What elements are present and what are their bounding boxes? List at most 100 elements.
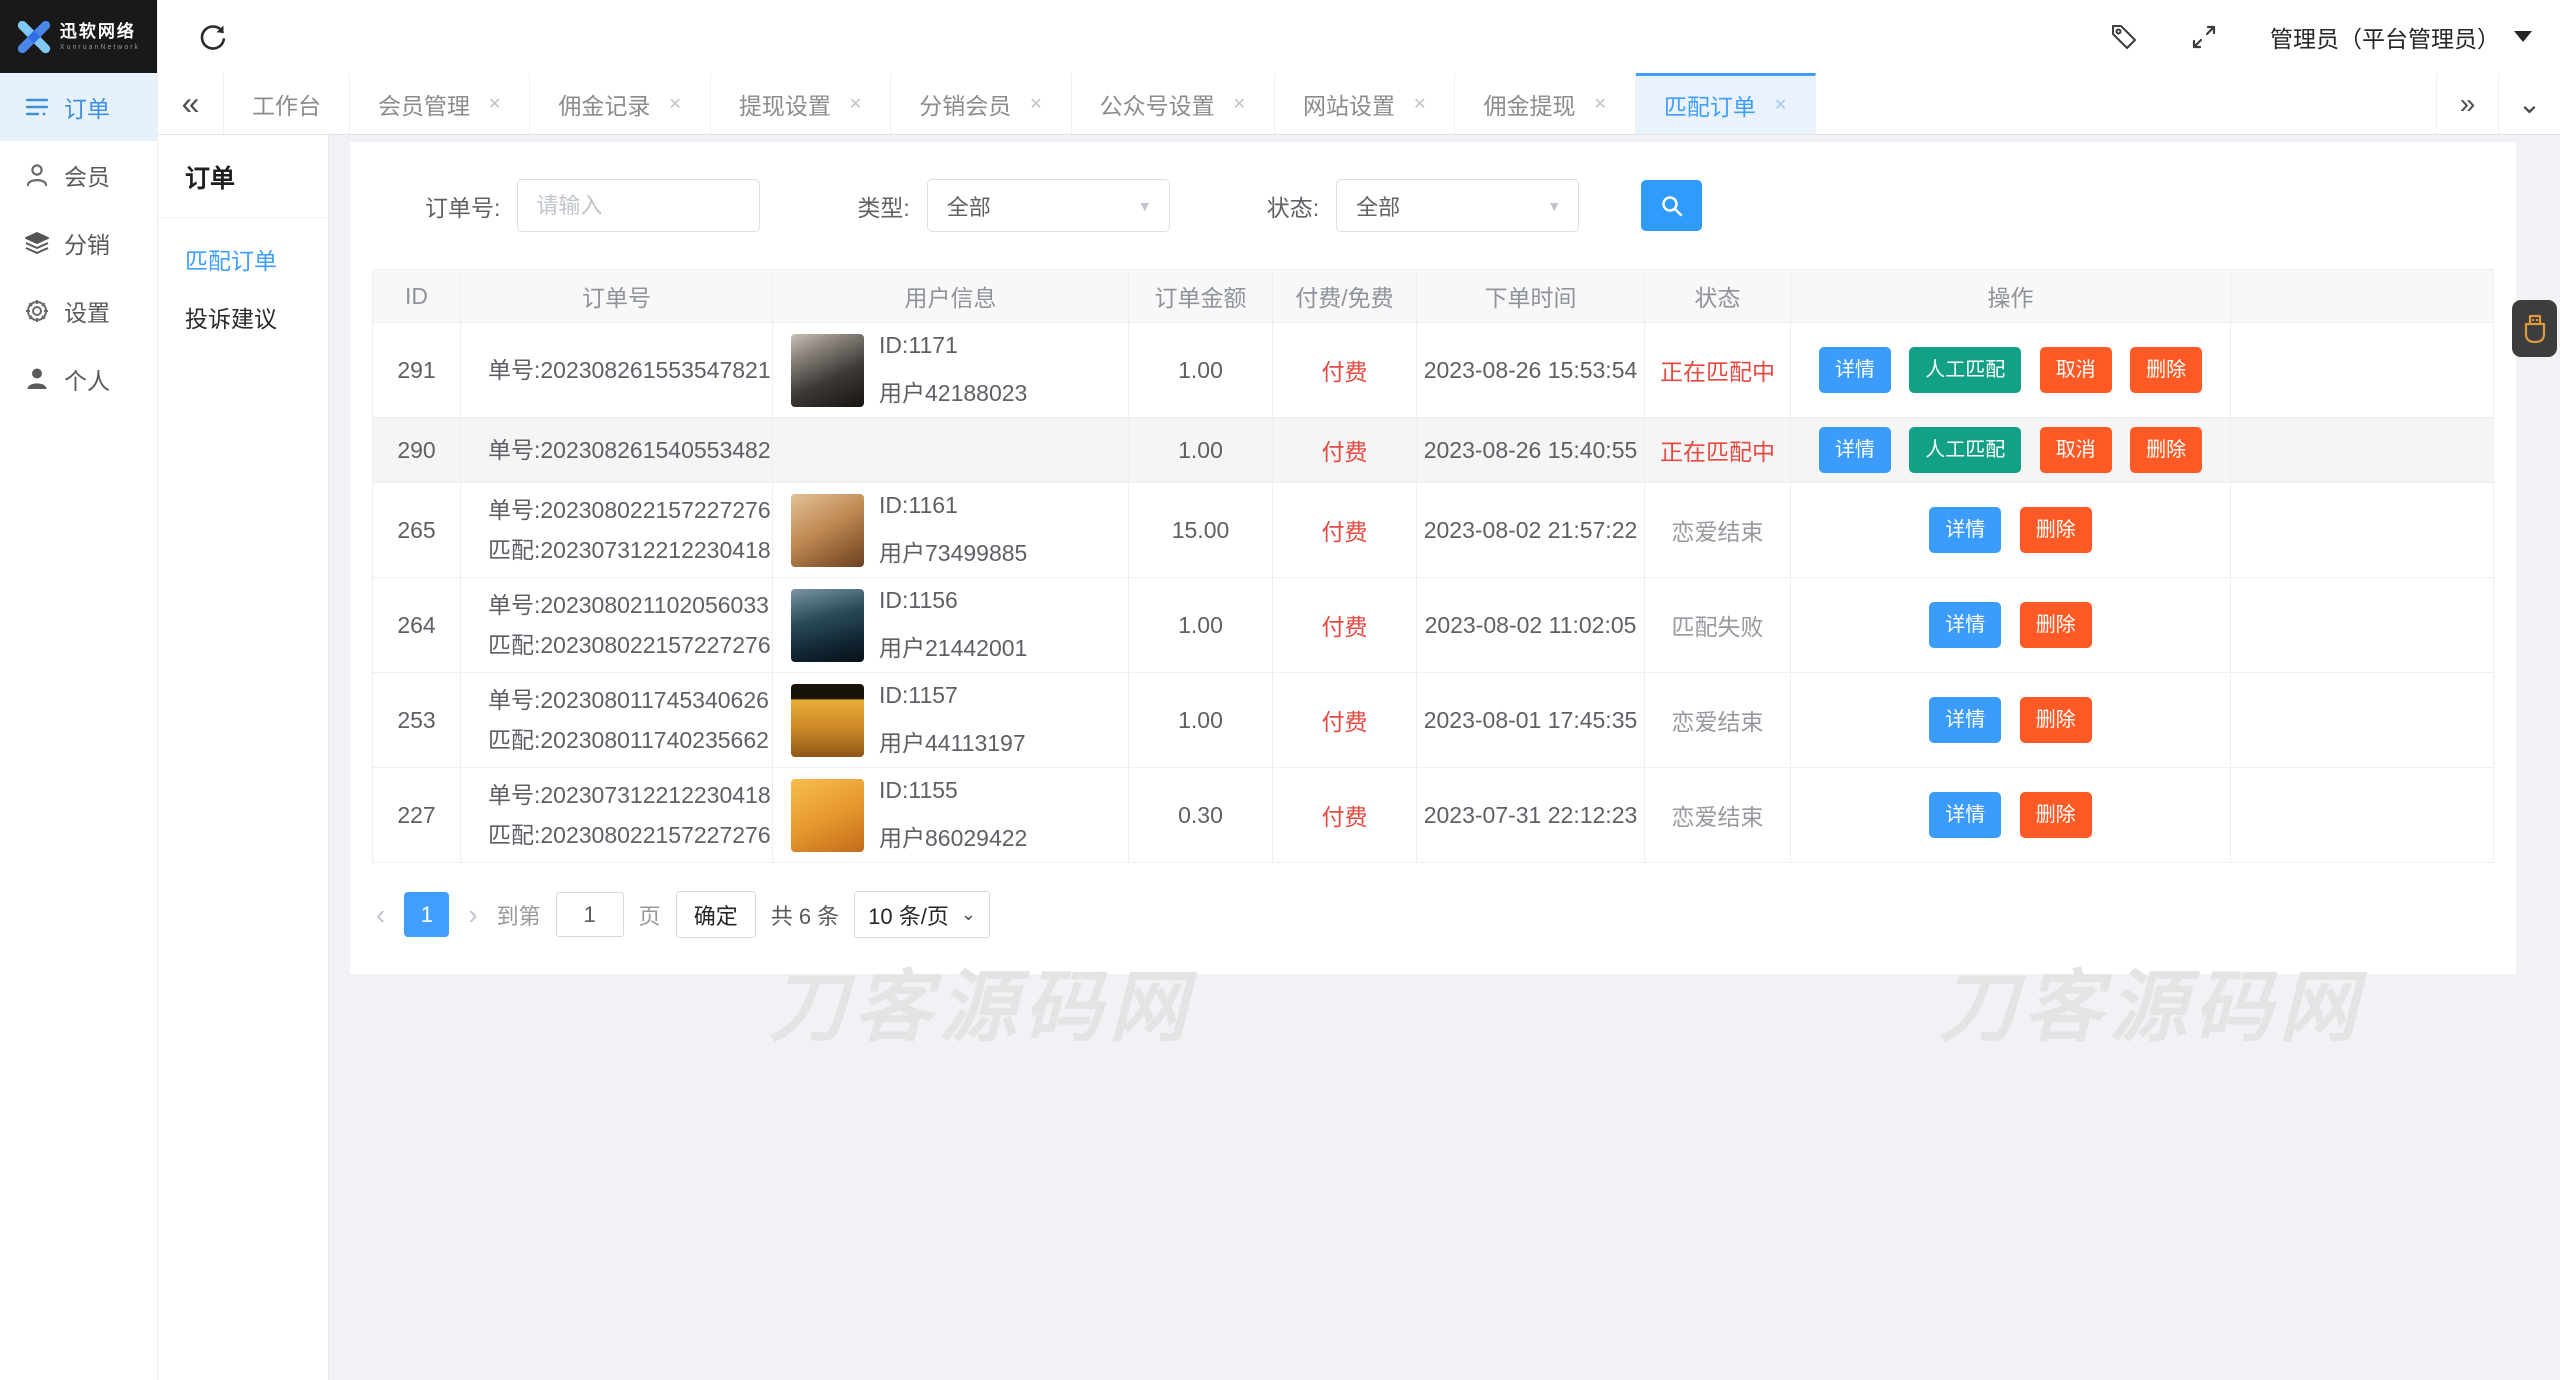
collapse-tabs-icon[interactable]: « bbox=[158, 73, 224, 134]
order-no-input[interactable] bbox=[517, 179, 760, 232]
status-badge: 恋爱结束 bbox=[1645, 483, 1791, 578]
table-row: 265 单号:202308022157227276匹配:202307312212… bbox=[373, 483, 2494, 578]
col-order-no: 订单号 bbox=[461, 270, 773, 323]
floating-tool-button[interactable] bbox=[2512, 300, 2557, 357]
sidebar-item-settings[interactable]: 设置 bbox=[0, 277, 157, 345]
order-list-icon bbox=[24, 94, 50, 120]
table-row: 264 单号:202308021102056033匹配:202308022157… bbox=[373, 578, 2494, 673]
close-icon[interactable]: ✕ bbox=[1774, 95, 1787, 115]
cell-paid-free: 付费 bbox=[1273, 483, 1417, 578]
detail-button[interactable]: 详情 bbox=[1819, 427, 1891, 473]
close-icon[interactable]: ✕ bbox=[849, 94, 862, 114]
cell-amount: 1.00 bbox=[1129, 323, 1273, 418]
type-label: 类型: bbox=[857, 189, 909, 223]
table-header-row: ID 订单号 用户信息 订单金额 付费/免费 下单时间 状态 操作 bbox=[373, 270, 2494, 323]
sidebar-item-distribution[interactable]: 分销 bbox=[0, 209, 157, 277]
tab-label: 公众号设置 bbox=[1100, 87, 1215, 121]
confirm-page-button[interactable]: 确定 bbox=[676, 891, 756, 938]
user-name: 用户44113197 bbox=[879, 724, 1026, 758]
submenu-item-matching-orders[interactable]: 匹配订单 bbox=[158, 230, 328, 288]
order-no-label: 订单号: bbox=[425, 189, 500, 223]
manual-match-button[interactable]: 人工匹配 bbox=[1909, 347, 2021, 393]
sidebar-item-members[interactable]: 会员 bbox=[0, 141, 157, 209]
brand-x-icon bbox=[17, 20, 51, 54]
detail-button[interactable]: 详情 bbox=[1929, 697, 2001, 743]
cancel-button[interactable]: 取消 bbox=[2040, 347, 2112, 393]
tab-label: 佣金提现 bbox=[1483, 87, 1575, 121]
cell-id: 290 bbox=[373, 418, 461, 483]
user-menu[interactable]: 管理员（平台管理员） bbox=[2270, 20, 2532, 54]
type-select[interactable]: 全部 ▼ bbox=[927, 179, 1170, 232]
next-page-icon[interactable]: › bbox=[464, 901, 481, 929]
cancel-button[interactable]: 取消 bbox=[2040, 427, 2112, 473]
delete-button[interactable]: 删除 bbox=[2020, 602, 2092, 648]
cell-order-no: 单号:202308021102056033匹配:2023080221572272… bbox=[461, 578, 773, 673]
refresh-icon[interactable] bbox=[198, 22, 228, 52]
sidebar-item-profile[interactable]: 个人 bbox=[0, 345, 157, 413]
tag-icon[interactable] bbox=[2110, 23, 2138, 51]
submenu-item-complaints[interactable]: 投诉建议 bbox=[158, 288, 328, 346]
page-unit-label: 页 bbox=[639, 899, 661, 931]
cell-amount: 1.00 bbox=[1129, 578, 1273, 673]
fullscreen-icon[interactable] bbox=[2190, 23, 2218, 51]
sidebar-item-orders[interactable]: 订单 bbox=[0, 73, 157, 141]
tab-member-management[interactable]: 会员管理 ✕ bbox=[350, 73, 530, 134]
cell-order-time: 2023-08-01 17:45:35 bbox=[1417, 673, 1645, 768]
delete-button[interactable]: 删除 bbox=[2130, 427, 2202, 473]
user-id: ID:1157 bbox=[879, 682, 1026, 709]
close-icon[interactable]: ✕ bbox=[1413, 94, 1426, 114]
cell-id: 227 bbox=[373, 768, 461, 863]
status-select-value: 全部 bbox=[1356, 190, 1400, 222]
col-paid-free: 付费/免费 bbox=[1273, 270, 1417, 323]
tab-distribution-members[interactable]: 分销会员 ✕ bbox=[891, 73, 1071, 134]
per-page-select[interactable]: 10 条/页 ⌄ bbox=[854, 891, 990, 938]
col-extra bbox=[2231, 270, 2494, 323]
layers-icon bbox=[24, 230, 50, 256]
cell-user-info: ID:1155 用户86029422 bbox=[773, 768, 1129, 863]
close-icon[interactable]: ✕ bbox=[668, 94, 681, 114]
tab-matching-orders[interactable]: 匹配订单 ✕ bbox=[1636, 73, 1816, 134]
close-icon[interactable]: ✕ bbox=[1233, 94, 1246, 114]
tab-actions-dropdown-icon[interactable]: ⌄ bbox=[2498, 73, 2560, 134]
tab-commission-withdraw[interactable]: 佣金提现 ✕ bbox=[1455, 73, 1635, 134]
scroll-tabs-right-icon[interactable]: » bbox=[2436, 73, 2498, 134]
current-page-button[interactable]: 1 bbox=[404, 892, 449, 937]
sidebar-item-label: 会员 bbox=[64, 158, 110, 192]
col-actions: 操作 bbox=[1791, 270, 2231, 323]
col-user-info: 用户信息 bbox=[773, 270, 1129, 323]
manual-match-button[interactable]: 人工匹配 bbox=[1909, 427, 2021, 473]
status-select[interactable]: 全部 ▼ bbox=[1336, 179, 1579, 232]
user-avatar bbox=[791, 334, 864, 407]
user-name: 管理员（平台管理员） bbox=[2270, 20, 2500, 54]
tab-workbench[interactable]: 工作台 bbox=[224, 73, 350, 134]
table-row: 290 单号:202308261540553482 1.00 付费 2023-0… bbox=[373, 418, 2494, 483]
delete-button[interactable]: 删除 bbox=[2130, 347, 2202, 393]
delete-button[interactable]: 删除 bbox=[2020, 507, 2092, 553]
cell-amount: 1.00 bbox=[1129, 418, 1273, 483]
close-icon[interactable]: ✕ bbox=[1593, 94, 1606, 114]
total-count-label: 共 6 条 bbox=[771, 899, 839, 931]
tab-official-account-settings[interactable]: 公众号设置 ✕ bbox=[1072, 73, 1275, 134]
submenu-item-label: 投诉建议 bbox=[185, 300, 277, 334]
detail-button[interactable]: 详情 bbox=[1929, 602, 2001, 648]
cell-order-no: 单号:202308261553547821 bbox=[461, 323, 773, 418]
search-button[interactable] bbox=[1641, 180, 1702, 231]
close-icon[interactable]: ✕ bbox=[1029, 94, 1042, 114]
gear-icon bbox=[24, 298, 50, 324]
user-name: 用户86029422 bbox=[879, 819, 1027, 853]
delete-button[interactable]: 删除 bbox=[2020, 792, 2092, 838]
goto-page-input[interactable] bbox=[556, 892, 624, 937]
prev-page-icon[interactable]: ‹ bbox=[372, 901, 389, 929]
detail-button[interactable]: 详情 bbox=[1929, 792, 2001, 838]
close-icon[interactable]: ✕ bbox=[488, 94, 501, 114]
detail-button[interactable]: 详情 bbox=[1819, 347, 1891, 393]
detail-button[interactable]: 详情 bbox=[1929, 507, 2001, 553]
tab-website-settings[interactable]: 网站设置 ✕ bbox=[1275, 73, 1455, 134]
cell-user-info: ID:1156 用户21442001 bbox=[773, 578, 1129, 673]
sidebar-item-label: 订单 bbox=[64, 90, 110, 124]
cell-paid-free: 付费 bbox=[1273, 323, 1417, 418]
tab-commission-records[interactable]: 佣金记录 ✕ bbox=[530, 73, 710, 134]
tab-withdraw-settings[interactable]: 提现设置 ✕ bbox=[711, 73, 891, 134]
delete-button[interactable]: 删除 bbox=[2020, 697, 2092, 743]
sidebar-item-label: 设置 bbox=[64, 294, 110, 328]
